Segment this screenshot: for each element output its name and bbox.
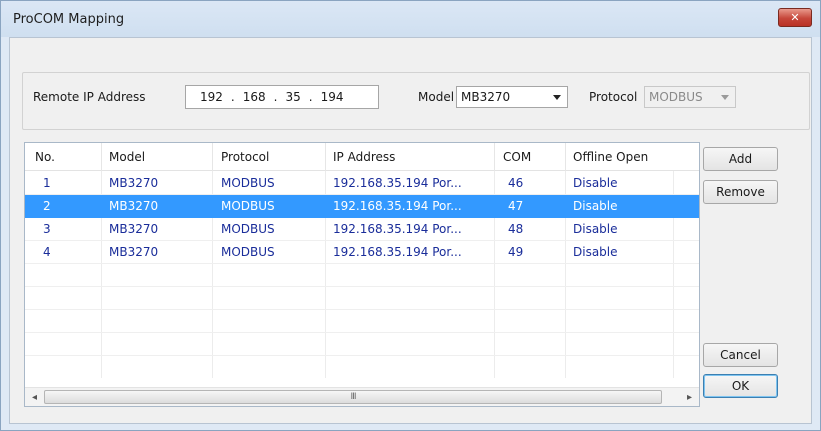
- row-gridline: [25, 286, 699, 287]
- cell-protocol: MODBUS: [221, 245, 275, 259]
- scrollbar-thumb[interactable]: III: [44, 390, 662, 404]
- horizontal-scrollbar[interactable]: ◂ III ▸: [25, 387, 699, 406]
- column-header-offline-open[interactable]: Offline Open: [573, 150, 648, 164]
- cell-no: 3: [43, 222, 51, 236]
- cell-com: 48: [508, 222, 524, 236]
- cell-model: MB3270: [109, 245, 159, 259]
- column-header-protocol[interactable]: Protocol: [221, 150, 269, 164]
- chevron-left-icon: ◂: [31, 391, 38, 403]
- ip-octet-2: 168: [242, 90, 266, 104]
- title-bar[interactable]: ProCOM Mapping ✕: [1, 1, 820, 37]
- header-divider: [212, 143, 213, 171]
- cell-offline-open: Disable: [573, 222, 618, 236]
- ip-octet-1: 192: [200, 90, 223, 104]
- chevron-down-icon: [553, 95, 561, 100]
- protocol-label: Protocol: [589, 90, 638, 104]
- add-button[interactable]: Add: [703, 147, 778, 171]
- cell-offline-open: Disable: [573, 176, 618, 190]
- cell-ip-address: 192.168.35.194 Por...: [333, 199, 462, 213]
- protocol-select-value: MODBUS: [649, 90, 703, 104]
- column-header-model[interactable]: Model: [109, 150, 145, 164]
- ip-dot-3: .: [308, 90, 313, 104]
- cell-offline-open: Disable: [573, 199, 618, 213]
- cell-model: MB3270: [109, 222, 159, 236]
- cell-ip-address: 192.168.35.194 Por...: [333, 222, 462, 236]
- list-header: No. Model Protocol IP Address COM Offlin…: [25, 143, 699, 171]
- scroll-left-button[interactable]: ◂: [26, 388, 43, 406]
- ip-dot-1: .: [230, 90, 235, 104]
- ip-octet-3: 35: [285, 90, 301, 104]
- cell-no: 1: [43, 176, 51, 190]
- row-gridline: [25, 309, 699, 310]
- cell-ip-address: 192.168.35.194 Por...: [333, 245, 462, 259]
- cell-offline-open: Disable: [573, 245, 618, 259]
- model-label: Model: [418, 90, 455, 104]
- cancel-button[interactable]: Cancel: [703, 343, 778, 367]
- cell-model: MB3270: [109, 199, 159, 213]
- remove-button[interactable]: Remove: [703, 180, 778, 204]
- header-divider: [494, 143, 495, 171]
- connection-settings-group: Remote IP Address 192 . 168 . 35 . 194 M…: [22, 72, 810, 130]
- protocol-select[interactable]: MODBUS: [644, 86, 736, 108]
- cell-com: 49: [508, 245, 524, 259]
- scroll-right-button[interactable]: ▸: [681, 388, 698, 406]
- window-title: ProCOM Mapping: [13, 12, 125, 27]
- remote-ip-label: Remote IP Address: [33, 90, 146, 104]
- table-row[interactable]: 4 MB3270 MODBUS 192.168.35.194 Por... 49…: [25, 241, 699, 264]
- mapping-list[interactable]: No. Model Protocol IP Address COM Offlin…: [24, 142, 700, 407]
- cell-com: 47: [508, 199, 524, 213]
- close-button[interactable]: ✕: [778, 8, 812, 27]
- chevron-right-icon: ▸: [686, 391, 693, 403]
- procom-mapping-dialog: ProCOM Mapping ✕ Remote IP Address 192 .…: [0, 0, 821, 431]
- model-select[interactable]: MB3270: [456, 86, 568, 108]
- ip-dot-2: .: [273, 90, 278, 104]
- column-header-com[interactable]: COM: [503, 150, 531, 164]
- column-header-no[interactable]: No.: [35, 150, 55, 164]
- table-row[interactable]: 2 MB3270 MODBUS 192.168.35.194 Por... 47…: [25, 195, 699, 218]
- table-row[interactable]: 3 MB3270 MODBUS 192.168.35.194 Por... 48…: [25, 218, 699, 241]
- row-gridline: [25, 355, 699, 356]
- chevron-down-icon: [721, 95, 729, 100]
- cell-no: 2: [43, 199, 51, 213]
- ok-button[interactable]: OK: [703, 374, 778, 398]
- cell-com: 46: [508, 176, 524, 190]
- cell-protocol: MODBUS: [221, 176, 275, 190]
- header-divider: [325, 143, 326, 171]
- model-select-value: MB3270: [461, 90, 511, 104]
- header-divider: [565, 143, 566, 171]
- cell-ip-address: 192.168.35.194 Por...: [333, 176, 462, 190]
- table-row[interactable]: 1 MB3270 MODBUS 192.168.35.194 Por... 46…: [25, 172, 699, 195]
- cell-model: MB3270: [109, 176, 159, 190]
- row-gridline: [25, 332, 699, 333]
- cell-protocol: MODBUS: [221, 199, 275, 213]
- close-icon: ✕: [790, 11, 800, 24]
- ip-octet-4: 194: [320, 90, 344, 104]
- cell-protocol: MODBUS: [221, 222, 275, 236]
- grip-icon: III: [350, 392, 357, 402]
- column-header-ip-address[interactable]: IP Address: [333, 150, 395, 164]
- remote-ip-input[interactable]: 192 . 168 . 35 . 194: [185, 85, 379, 109]
- dialog-client-area: Remote IP Address 192 . 168 . 35 . 194 M…: [9, 37, 812, 424]
- header-divider: [101, 143, 102, 171]
- cell-no: 4: [43, 245, 51, 259]
